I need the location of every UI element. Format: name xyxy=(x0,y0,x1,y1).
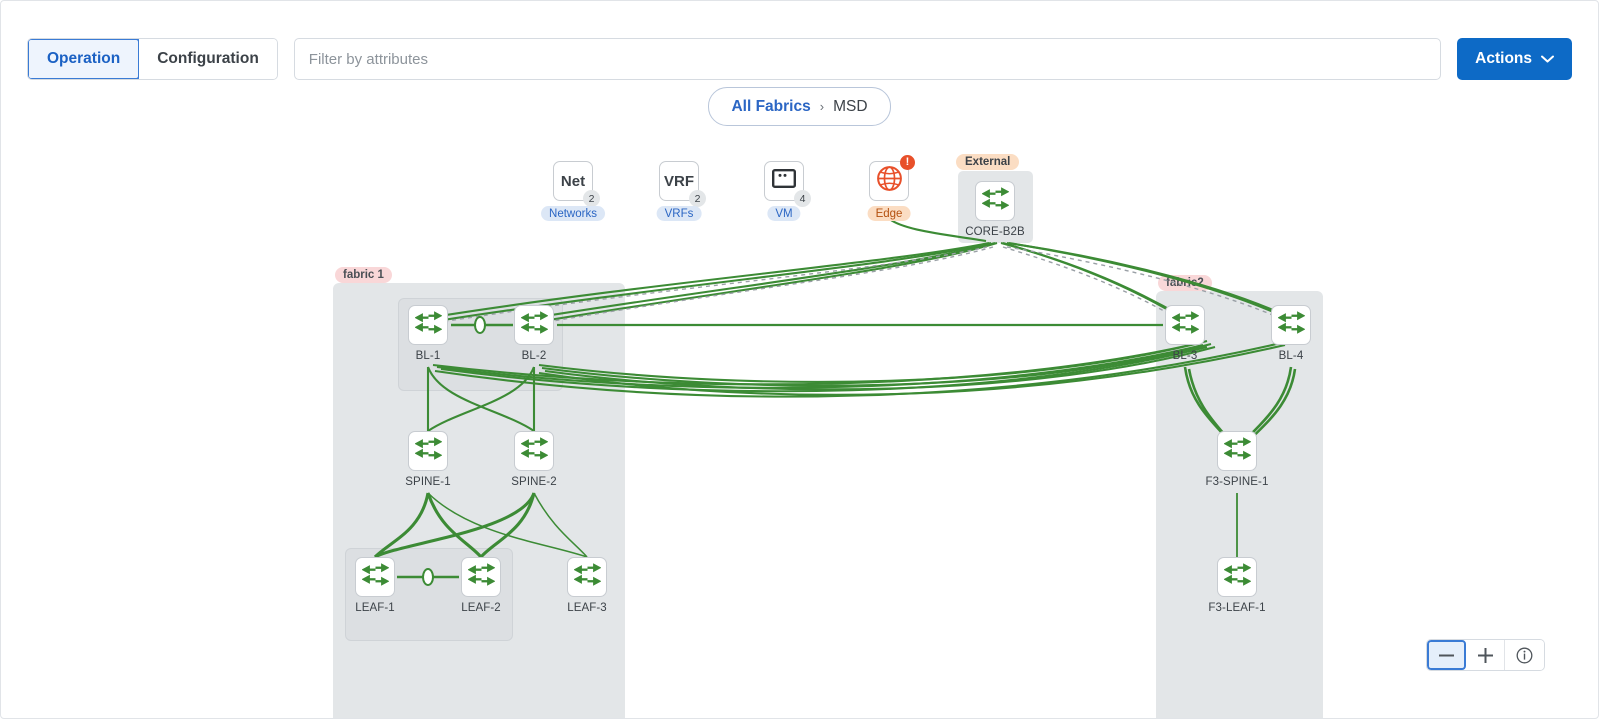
topology-canvas[interactable]: fabric 1 fabric2 External Net 2 Networks… xyxy=(1,131,1598,718)
filter-input[interactable] xyxy=(293,38,1442,80)
node-spine-2[interactable]: SPINE-2 xyxy=(511,431,557,488)
vm-chip[interactable]: VM xyxy=(767,206,801,221)
node-label: BL-4 xyxy=(1278,350,1304,362)
node-leaf-3[interactable]: LEAF-3 xyxy=(567,557,607,614)
info-button[interactable] xyxy=(1505,640,1544,670)
node-bl-2[interactable]: BL-2 xyxy=(514,305,554,362)
switch-icon xyxy=(413,435,443,467)
node-bl-4[interactable]: BL-4 xyxy=(1271,305,1311,362)
minus-icon xyxy=(1439,654,1454,656)
chevron-down-icon xyxy=(1541,50,1554,68)
switch-icon xyxy=(980,185,1010,217)
node-f3-leaf-1[interactable]: F3-LEAF-1 xyxy=(1208,557,1265,614)
node-label: BL-3 xyxy=(1172,350,1198,362)
vm-monitor-icon xyxy=(772,169,797,193)
switch-icon xyxy=(519,309,549,341)
node-label: SPINE-2 xyxy=(511,476,557,488)
switch-icon xyxy=(1222,435,1252,467)
zoom-out-button[interactable] xyxy=(1427,640,1466,670)
tab-configuration[interactable]: Configuration xyxy=(139,39,277,79)
vm-node[interactable]: 4 VM xyxy=(764,155,814,221)
node-label: F3-LEAF-1 xyxy=(1208,602,1266,614)
globe-icon xyxy=(876,165,903,197)
breadcrumb-separator-icon: › xyxy=(819,99,825,114)
breadcrumb-current: MSD xyxy=(833,97,868,115)
vpc-peer-indicator-bl xyxy=(474,316,486,334)
vpc-peer-indicator-leaf xyxy=(422,568,434,586)
edge-chip[interactable]: Edge xyxy=(867,206,911,221)
node-spine-1[interactable]: SPINE-1 xyxy=(405,431,451,488)
switch-icon xyxy=(519,435,549,467)
info-icon xyxy=(1516,647,1533,663)
breadcrumb-all-fabrics[interactable]: All Fabrics xyxy=(731,98,810,116)
breadcrumb: All Fabrics › MSD xyxy=(708,87,891,126)
vrfs-chip[interactable]: VRFs xyxy=(656,206,702,221)
switch-icon xyxy=(1222,561,1252,593)
edge-node[interactable]: ! Edge xyxy=(867,155,915,221)
core-b2b-label: CORE-B2B xyxy=(965,226,1025,238)
networks-node[interactable]: Net 2 Networks xyxy=(541,155,605,221)
switch-icon xyxy=(360,561,390,593)
networks-count: 2 xyxy=(583,190,600,207)
networks-chip[interactable]: Networks xyxy=(541,206,605,221)
vrf-label: VRF xyxy=(664,172,694,190)
core-b2b-node[interactable]: CORE-B2B xyxy=(965,181,1025,238)
breadcrumb-container: All Fabrics › MSD xyxy=(1,87,1598,126)
topology-page: Operation Configuration Actions All Fabr… xyxy=(0,0,1599,719)
switch-icon xyxy=(413,309,443,341)
switch-icon xyxy=(1276,309,1306,341)
switch-icon xyxy=(466,561,496,593)
mode-segmented-control[interactable]: Operation Configuration xyxy=(27,38,278,80)
top-toolbar: Operation Configuration Actions xyxy=(27,37,1572,81)
node-label: BL-2 xyxy=(521,350,547,362)
node-label: LEAF-1 xyxy=(355,602,395,614)
vrfs-count: 2 xyxy=(689,190,706,207)
node-label: BL-1 xyxy=(415,350,441,362)
switch-icon xyxy=(1170,309,1200,341)
edge-alert-badge-icon[interactable]: ! xyxy=(900,155,915,170)
tab-operation[interactable]: Operation xyxy=(27,39,141,79)
vrfs-node[interactable]: VRF 2 VRFs xyxy=(656,155,709,221)
node-leaf-2[interactable]: LEAF-2 xyxy=(461,557,501,614)
node-bl-3[interactable]: BL-3 xyxy=(1165,305,1205,362)
node-f3-spine-1[interactable]: F3-SPINE-1 xyxy=(1206,431,1268,488)
actions-label: Actions xyxy=(1475,50,1532,67)
node-leaf-1[interactable]: LEAF-1 xyxy=(355,557,395,614)
node-label: LEAF-3 xyxy=(567,602,607,614)
zoom-controls[interactable] xyxy=(1426,639,1545,671)
node-label: SPINE-1 xyxy=(405,476,451,488)
net-label: Net xyxy=(560,172,586,190)
zoom-in-button[interactable] xyxy=(1466,640,1505,670)
node-bl-1[interactable]: BL-1 xyxy=(408,305,448,362)
actions-button[interactable]: Actions xyxy=(1457,38,1572,80)
vm-count: 4 xyxy=(794,190,811,207)
switch-icon xyxy=(572,561,602,593)
node-label: F3-SPINE-1 xyxy=(1205,476,1269,488)
node-label: LEAF-2 xyxy=(461,602,501,614)
plus-icon xyxy=(1477,647,1493,663)
